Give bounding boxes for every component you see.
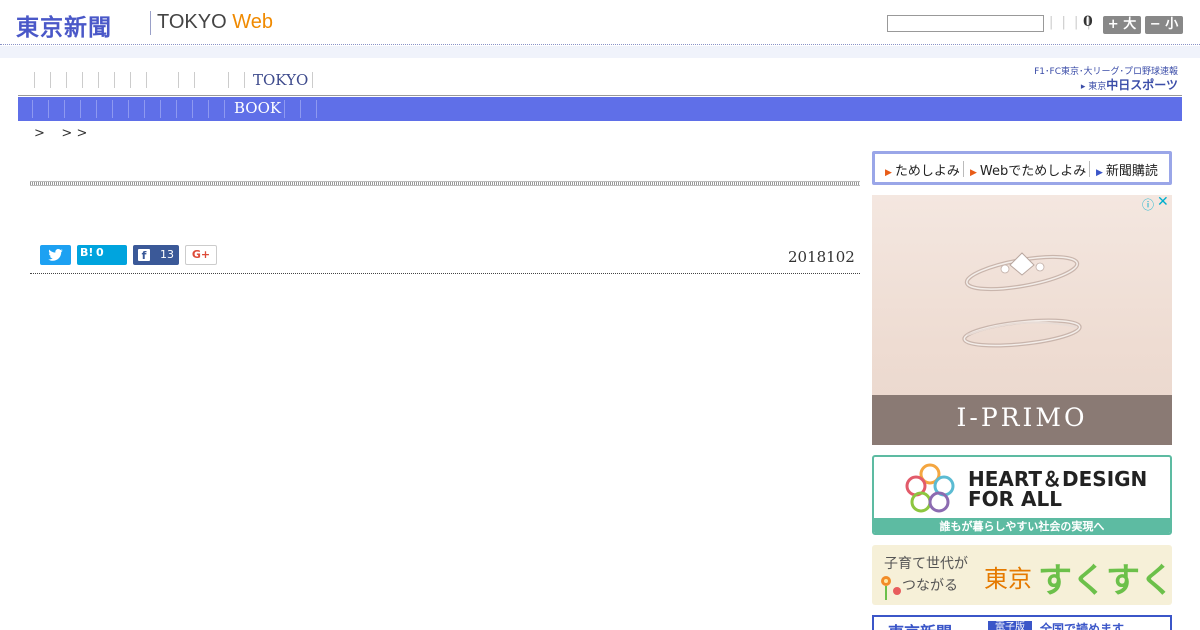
web-trial-link[interactable]: ▶ Webでためしよみ bbox=[970, 160, 1086, 179]
nav-separator bbox=[98, 72, 99, 88]
nav-separator bbox=[146, 72, 147, 88]
nav-separator bbox=[128, 100, 129, 118]
subscribe-link[interactable]: ▶ 新聞購読 bbox=[1096, 160, 1158, 179]
nav-separator bbox=[130, 72, 131, 88]
secondary-nav: BOOK bbox=[18, 97, 1182, 121]
nav-separator bbox=[96, 100, 97, 118]
nav-separator bbox=[50, 72, 51, 88]
article-header-rule bbox=[30, 181, 860, 186]
link-separator bbox=[963, 161, 964, 177]
ad-choices-icon[interactable]: ⓘ bbox=[1142, 196, 1154, 213]
nav-separator bbox=[160, 100, 161, 118]
facebook-count: 13 bbox=[160, 248, 174, 261]
nav-separator bbox=[208, 100, 209, 118]
nav-separator bbox=[48, 100, 49, 118]
ad-bottom-logo: 東京新聞 bbox=[888, 619, 952, 630]
twitter-share-button[interactable] bbox=[40, 245, 71, 265]
nav-separator bbox=[112, 100, 113, 118]
nav-separator bbox=[144, 100, 145, 118]
nav-separator bbox=[64, 100, 65, 118]
subscription-links: ▶ ためしよみ ▶ Webでためしよみ ▶ 新聞購読 bbox=[872, 151, 1172, 185]
site-logo[interactable]: 東京新聞 bbox=[16, 8, 112, 42]
site-header: 東京新聞 TOKYO Web | | | | 0 + 大 − 小 bbox=[0, 0, 1200, 46]
nav-separator bbox=[178, 72, 179, 88]
web-trial-label: Webでためしよみ bbox=[979, 164, 1087, 179]
tokyo-sukusuku-ad[interactable]: 子育て世代が つながる 東京 すくすく bbox=[872, 545, 1172, 605]
nav-separator bbox=[32, 100, 33, 118]
nav-separator bbox=[194, 72, 195, 88]
close-icon[interactable]: ✕ bbox=[1157, 195, 1169, 210]
sukusuku-caption-1: 子育て世代が bbox=[884, 556, 968, 572]
link-separator bbox=[1089, 161, 1090, 177]
article-date: 2018102 bbox=[788, 248, 855, 266]
facebook-share-button[interactable]: f 13 bbox=[133, 245, 179, 265]
arrow-right-icon: ▶ bbox=[885, 168, 892, 178]
arrow-right-icon: ▶ bbox=[970, 168, 977, 178]
tokyo-web-logo[interactable]: TOKYO Web bbox=[157, 11, 273, 34]
flower-icon bbox=[881, 576, 901, 600]
ad-brand-name: I-PRIMO bbox=[956, 403, 1088, 432]
nav-separator bbox=[312, 72, 313, 88]
logo-tokyo-text: TOKYO bbox=[157, 11, 233, 33]
breadcrumb[interactable]: > > > bbox=[34, 126, 87, 141]
nav-separator bbox=[228, 72, 229, 88]
nav-separator bbox=[316, 100, 317, 118]
sukusuku-tokyo: 東京 bbox=[984, 565, 1032, 593]
nav-item-book[interactable]: BOOK bbox=[234, 99, 281, 117]
chunichi-sports-link[interactable]: F1･FC東京･大リーグ･プロ野球速報 ▸ 東京中日スポーツ bbox=[1025, 63, 1180, 93]
heart-design-ad[interactable]: HEART＆DESIGN FOR ALL 誰もが暮らしやすい社会の実現へ bbox=[872, 455, 1172, 535]
sports-link-prefix: ▸ 東京 bbox=[1080, 82, 1107, 92]
hatena-bookmark-button[interactable]: B! 0 bbox=[77, 245, 127, 265]
nav-separator bbox=[192, 100, 193, 118]
primary-nav: TOKYO bbox=[18, 66, 1182, 96]
counter-value: 0 bbox=[1083, 14, 1093, 30]
logo-web-text: Web bbox=[232, 11, 273, 33]
tokyo-shimbun-digital-ad[interactable]: 東京新聞 電子版 全国で読めます bbox=[872, 615, 1172, 630]
logo-divider bbox=[150, 11, 151, 35]
nav-separator bbox=[284, 100, 285, 118]
nav-separator bbox=[34, 72, 35, 88]
font-size-large-button[interactable]: + 大 bbox=[1103, 16, 1141, 34]
hatena-count: 0 bbox=[96, 246, 104, 259]
ad-bottom-text: 全国で読めます bbox=[1040, 622, 1125, 630]
ad-heart-subtitle: FOR ALL bbox=[968, 487, 1062, 511]
nav-separator bbox=[176, 100, 177, 118]
sukusuku-caption-2: つながる bbox=[902, 578, 958, 594]
ad-bottom-tag: 電子版 bbox=[988, 621, 1032, 630]
google-plus-share-button[interactable]: G+ bbox=[185, 245, 217, 265]
header-band bbox=[0, 46, 1200, 58]
nav-separator bbox=[82, 72, 83, 88]
subscribe-label: 新聞購読 bbox=[1105, 164, 1158, 179]
nav-item-tokyo[interactable]: TOKYO bbox=[253, 71, 308, 89]
nav-separator bbox=[300, 100, 301, 118]
iprimo-ad[interactable]: I-PRIMO ⓘ ✕ bbox=[872, 195, 1172, 445]
article-divider bbox=[30, 273, 860, 274]
arrow-right-icon: ▶ bbox=[1096, 168, 1103, 178]
trial-read-label: ためしよみ bbox=[894, 164, 960, 179]
font-size-small-button[interactable]: − 小 bbox=[1145, 16, 1183, 34]
nav-separator bbox=[114, 72, 115, 88]
hatena-icon: B! bbox=[80, 246, 94, 259]
ad-heart-tagline: 誰もが暮らしやすい社会の実現へ bbox=[874, 518, 1170, 533]
nav-separator bbox=[80, 100, 81, 118]
facebook-icon: f bbox=[138, 249, 150, 262]
sports-link-main: 中日スポーツ bbox=[1106, 78, 1178, 92]
nav-separator bbox=[66, 72, 67, 88]
rings-image bbox=[962, 252, 1082, 348]
nav-separator bbox=[224, 100, 225, 118]
sukusuku-title: すくすく bbox=[1038, 561, 1172, 601]
twitter-icon bbox=[48, 249, 63, 261]
flower-logo-icon bbox=[905, 463, 955, 513]
search-input[interactable] bbox=[887, 15, 1044, 32]
sports-link-title: ▸ 東京中日スポーツ bbox=[1081, 76, 1178, 93]
nav-separator bbox=[244, 72, 245, 88]
trial-read-link[interactable]: ▶ ためしよみ bbox=[885, 160, 960, 179]
